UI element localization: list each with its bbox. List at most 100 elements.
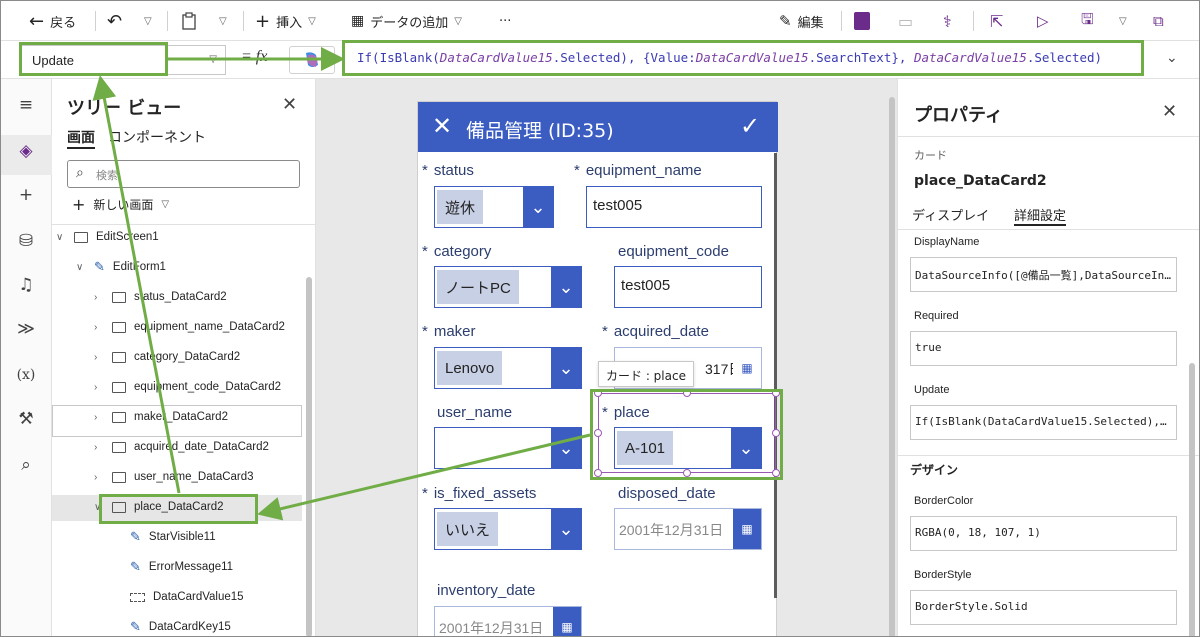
status-dropdown[interactable]: 遊休 ⌄: [434, 186, 554, 228]
maker-label: * maker: [422, 323, 476, 340]
equipment-code-input[interactable]: test005: [614, 266, 762, 308]
undo-menu-button[interactable]: ▽: [144, 10, 152, 32]
tree-node-card[interactable]: › maker_DataCard2: [94, 402, 228, 432]
comments-button[interactable]: ▭: [898, 10, 913, 32]
chevron-down-icon: ▽: [308, 15, 316, 27]
app-checker-button[interactable]: [854, 10, 870, 32]
health-button[interactable]: ⚕: [943, 10, 952, 32]
formula-input[interactable]: If(IsBlank(DataCardValue15.Selected), {V…: [342, 40, 1144, 76]
add-data-button[interactable]: ▦ データの追加 ▽: [351, 10, 462, 32]
tree-node-control[interactable]: ✎ StarVisible11: [130, 522, 216, 552]
properties-title: プロパティ: [914, 105, 1003, 126]
checkmark-icon[interactable]: ✓: [740, 112, 760, 140]
properties-scrollbar[interactable]: [1189, 363, 1195, 636]
paste-menu-button[interactable]: ▽: [219, 10, 227, 32]
add-data-label: データの追加: [370, 15, 449, 31]
acquired-date-label: * acquired_date: [602, 323, 709, 340]
paste-button[interactable]: [182, 10, 196, 32]
tree-search-input[interactable]: ⌕ 検索: [67, 160, 300, 188]
card-icon: [112, 291, 126, 303]
play-icon: ▷: [1037, 12, 1049, 30]
equipment-name-input[interactable]: test005: [586, 186, 762, 228]
chevron-down-icon: ▽: [209, 54, 217, 65]
save-button[interactable]: 🖫: [1081, 10, 1094, 32]
maker-dropdown[interactable]: Lenovo ⌄: [434, 347, 582, 389]
close-icon[interactable]: ✕: [282, 94, 297, 115]
tab-advanced[interactable]: 詳細設定: [1014, 205, 1067, 226]
publish-button[interactable]: ⧉: [1153, 10, 1164, 32]
tab-components[interactable]: コンポーネント: [108, 127, 206, 147]
plus-icon: +: [72, 195, 86, 214]
annotation-box-property: [19, 42, 168, 76]
preview-button[interactable]: ▷: [1037, 10, 1049, 32]
copilot-button[interactable]: [289, 46, 335, 74]
chevron-down-icon: ∨: [56, 231, 64, 243]
close-icon[interactable]: ✕: [432, 112, 452, 140]
tab-screens[interactable]: 画面: [67, 127, 95, 149]
insert-button[interactable]: + 挿入 ▽: [255, 10, 316, 32]
chevron-down-icon: ⌄: [551, 348, 581, 388]
hamburger-icon[interactable]: ≡: [14, 93, 38, 117]
pencil-icon: ✎: [779, 12, 792, 30]
form-scrollbar[interactable]: [774, 153, 777, 598]
share-button[interactable]: ⇱: [990, 10, 1003, 32]
tree-view-panel: ツリー ビュー ✕ 画面 コンポーネント ⌕ 検索 + 新しい画面 ▽ ∨ Ed…: [52, 79, 316, 636]
tree-node-form[interactable]: ∨ ✎ EditForm1: [76, 252, 166, 282]
app-window: ← 戻る ↶ ▽ ▽ + 挿入 ▽ ▦ データの追加 ▽ ··· ✎ 編集 ▭ …: [0, 0, 1200, 637]
plus-icon[interactable]: +: [14, 183, 38, 207]
close-icon[interactable]: ✕: [1162, 101, 1177, 122]
user-name-dropdown[interactable]: ⌄: [434, 427, 582, 469]
search-icon[interactable]: ⌕: [14, 453, 38, 477]
tree-node-control[interactable]: ✎ ErrorMessage11: [130, 552, 233, 582]
more-label: ···: [499, 13, 512, 29]
inventory-date-label: inventory_date: [437, 582, 536, 599]
required-star: *: [422, 243, 428, 260]
update-field[interactable]: If(IsBlank(DataCardValue15.Selected), {V…: [910, 405, 1177, 440]
tree-node-control[interactable]: DataCardValue15: [130, 582, 244, 612]
save-menu-button[interactable]: ▽: [1119, 10, 1127, 32]
tree-node-card[interactable]: › equipment_name_DataCard2: [94, 312, 285, 342]
variables-icon[interactable]: (x): [14, 363, 38, 387]
database-icon[interactable]: ⛁: [14, 229, 38, 253]
field-label: maker: [433, 323, 476, 340]
field-label: equipment_name: [585, 162, 702, 179]
flow-icon[interactable]: ≫: [14, 317, 38, 341]
is-fixed-assets-dropdown[interactable]: いいえ ⌄: [434, 508, 582, 550]
tab-display[interactable]: ディスプレイ: [912, 205, 989, 224]
tree-node-control[interactable]: ✎ DataCardKey15: [130, 612, 231, 636]
displayname-field[interactable]: DataSourceInfo([@備品一覧],DataSourceInfo.Di…: [910, 257, 1177, 292]
tree-node-card[interactable]: › user_name_DataCard3: [94, 462, 254, 492]
back-label: 戻る: [50, 15, 77, 31]
edit-button[interactable]: ✎ 編集: [779, 10, 824, 32]
field-label: acquired_date: [613, 323, 709, 340]
undo-button[interactable]: ↶: [107, 10, 122, 32]
tree-scrollbar[interactable]: [306, 277, 312, 636]
tools-icon[interactable]: ⚒: [14, 407, 38, 431]
more-button[interactable]: ···: [499, 10, 511, 32]
chevron-down-icon: ∨: [76, 261, 84, 273]
required-field[interactable]: true: [910, 331, 1177, 366]
tree-node-screen[interactable]: ∨ EditScreen1: [56, 222, 159, 252]
category-dropdown[interactable]: ノートPC ⌄: [434, 266, 582, 308]
back-button[interactable]: ← 戻る: [29, 10, 76, 32]
tree-node-card[interactable]: › acquired_date_DataCard2: [94, 432, 269, 462]
canvas-scrollbar[interactable]: [889, 97, 895, 636]
expand-formula-button[interactable]: ⌄: [1166, 50, 1178, 66]
layers-icon[interactable]: ◈: [14, 139, 38, 163]
card-icon: [112, 381, 126, 393]
tree-node-card[interactable]: › status_DataCard2: [94, 282, 227, 312]
borderstyle-field[interactable]: BorderStyle.Solid: [910, 590, 1177, 625]
node-label: user_name_DataCard3: [134, 471, 254, 483]
bordercolor-field[interactable]: RGBA(0, 18, 107, 1): [910, 516, 1177, 551]
tree-node-card[interactable]: › equipment_code_DataCard2: [94, 372, 281, 402]
media-icon[interactable]: ♫: [14, 273, 38, 297]
inventory-date-picker[interactable]: 2001年12月31日 ▦: [434, 606, 582, 636]
tree-node-card[interactable]: › category_DataCard2: [94, 342, 240, 372]
date-value: 2001年12月31日: [439, 620, 544, 636]
category-label: * category: [422, 243, 491, 260]
new-screen-button[interactable]: + 新しい画面 ▽: [72, 195, 169, 214]
chevron-right-icon: ›: [94, 471, 98, 483]
required-star: *: [422, 162, 428, 179]
required-star: *: [574, 162, 580, 179]
disposed-date-picker[interactable]: 2001年12月31日 ▦: [614, 508, 762, 550]
